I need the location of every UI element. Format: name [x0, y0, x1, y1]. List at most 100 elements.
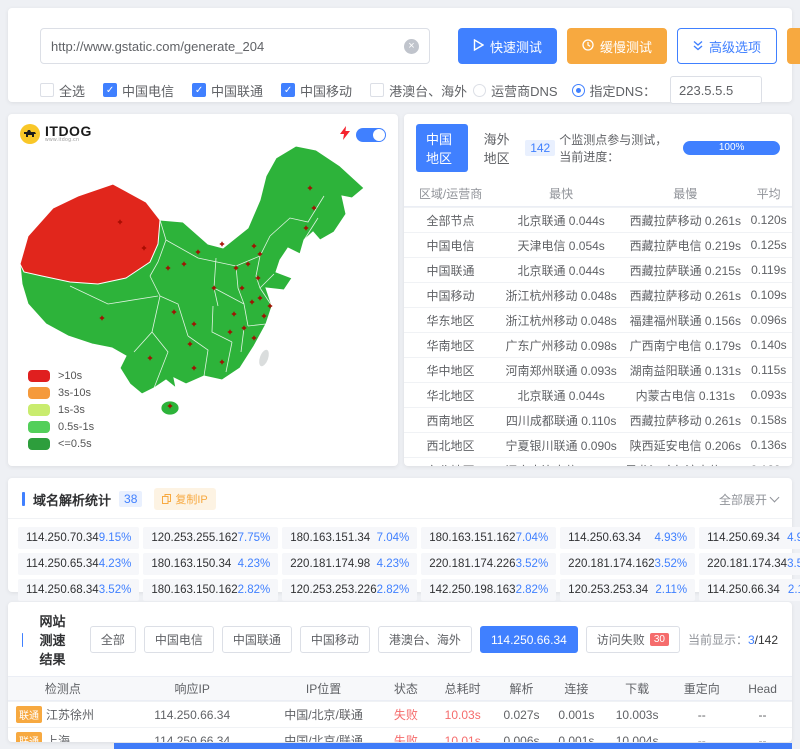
dns-entry[interactable]: 114.250.63.344.93%: [560, 527, 695, 549]
clock-icon: [582, 39, 594, 54]
tab-active-ip[interactable]: 114.250.66.34: [480, 626, 578, 653]
dns-entry[interactable]: 180.163.150.344.23%: [143, 553, 278, 575]
checkbox-中国移动[interactable]: ✓ 中国移动: [281, 81, 352, 100]
dns-entry[interactable]: 114.250.65.344.23%: [18, 553, 139, 575]
region-name: 华中地区: [404, 362, 497, 379]
dns-entry[interactable]: 120.253.255.1627.75%: [143, 527, 278, 549]
copy-ip-button[interactable]: 复制IP: [154, 488, 215, 510]
dns-entry[interactable]: 114.250.69.344.93%: [699, 527, 800, 549]
button-缓慢测试[interactable]: 缓慢测试: [567, 28, 667, 64]
dns-entry[interactable]: 220.181.174.984.23%: [282, 553, 417, 575]
region-row[interactable]: 华南地区广东广州移动 0.098s广西南宁电信 0.179s0.140s: [404, 332, 792, 357]
column-header: IP位置: [267, 680, 381, 697]
dns-ip: 180.163.150.34: [151, 558, 231, 570]
dns-percentage: 3.52%: [787, 558, 800, 570]
tab-海外地区[interactable]: 海外地区: [474, 124, 526, 172]
button-高级选项[interactable]: 高级选项: [677, 28, 777, 64]
section-accent-bar: [22, 492, 25, 506]
tab-港澳台、海外[interactable]: 港澳台、海外: [378, 626, 472, 653]
close-icon[interactable]: ×: [404, 39, 419, 54]
dns-entry[interactable]: 114.250.66.342.11%: [699, 579, 800, 601]
speed-row[interactable]: 联通上海114.250.66.34中国/北京/联通失败10.01s0.006s0…: [8, 727, 792, 742]
url-input-box: ×: [40, 28, 430, 64]
dns-ip: 120.253.255.162: [151, 532, 237, 544]
region-row[interactable]: 华中地区河南郑州联通 0.093s湖南益阳联通 0.131s0.115s: [404, 357, 792, 382]
chevron-down-icon: [770, 493, 780, 503]
dns-input[interactable]: [670, 76, 762, 104]
dns-entry[interactable]: 142.250.198.1632.82%: [421, 579, 556, 601]
region-row[interactable]: 东北地区辽宁大连电信 0.092s黑龙江哈尔滨电信 0.179s0.129s: [404, 457, 792, 466]
checkbox-中国联通[interactable]: ✓中国联通: [192, 81, 263, 100]
tab-中国联通[interactable]: 中国联通: [222, 626, 292, 653]
dns-entry[interactable]: 220.181.174.2263.52%: [421, 553, 556, 575]
monitor-count-badge: 142: [525, 140, 555, 156]
checkbox-icon: [40, 83, 54, 97]
expand-all-button[interactable]: 全部展开: [719, 491, 778, 508]
checkbox-港澳台、海外[interactable]: 港澳台、海外: [370, 81, 467, 100]
fastest-node: 河南郑州联通 0.093s: [497, 362, 625, 379]
map-toggle[interactable]: [356, 128, 386, 142]
region-row[interactable]: 华东地区浙江杭州移动 0.048s福建福州联通 0.156s0.096s: [404, 307, 792, 332]
map-legend: >10s3s-10s1s-3s0.5s-1s<=0.5s: [28, 365, 94, 450]
dns-percentage: 4.93%: [787, 532, 800, 544]
region-row[interactable]: 中国联通北京联通 0.044s西藏拉萨联通 0.215s0.119s: [404, 257, 792, 282]
tab-中国移动[interactable]: 中国移动: [300, 626, 370, 653]
column-header: 连接: [549, 680, 604, 697]
region-row[interactable]: 中国移动浙江杭州移动 0.048s西藏拉萨移动 0.261s0.109s: [404, 282, 792, 307]
dns-ip: 114.250.65.34: [26, 558, 99, 570]
checkbox-全选[interactable]: 全选: [40, 81, 85, 100]
dns-entry[interactable]: 180.163.151.1627.04%: [421, 527, 556, 549]
region-row[interactable]: 西北地区宁夏银川联通 0.090s陕西延安电信 0.206s0.136s: [404, 432, 792, 457]
region-name: 华东地区: [404, 312, 497, 329]
fail-count-badge: 30: [650, 633, 669, 646]
footer-banner: [114, 743, 792, 749]
dns-options: 运营商DNS 指定DNS：: [473, 76, 762, 104]
avg-time: 0.125s: [745, 238, 792, 252]
radio-运营商DNS[interactable]: 运营商DNS: [473, 81, 557, 100]
node-cell: 联通江苏徐州: [8, 706, 118, 723]
dns-entry[interactable]: 220.181.174.1623.52%: [560, 553, 695, 575]
column-header: 重定向: [670, 680, 733, 697]
dog-logo-icon: [20, 124, 40, 144]
dns-ip: 180.163.151.34: [290, 532, 370, 544]
avg-time: 0.136s: [745, 438, 792, 452]
region-row[interactable]: 西南地区四川成都联通 0.110s西藏拉萨移动 0.261s0.158s: [404, 407, 792, 432]
play-icon: [473, 39, 484, 54]
tab-全部[interactable]: 全部: [90, 626, 136, 653]
dns-percentage: 7.04%: [377, 532, 410, 544]
legend-item: 0.5s-1s: [28, 421, 94, 433]
url-input[interactable]: [51, 39, 404, 54]
dns-entry[interactable]: 114.250.68.343.52%: [18, 579, 139, 601]
checkbox-label: 中国移动: [300, 81, 352, 100]
region-name: 中国联通: [404, 262, 497, 279]
dns-entry[interactable]: 220.181.174.343.52%: [699, 553, 800, 575]
dns-entry[interactable]: 120.253.253.342.11%: [560, 579, 695, 601]
checkbox-checked-icon: ✓: [103, 83, 117, 97]
button-完整截图[interactable]: 完整截图: [787, 28, 800, 64]
region-row[interactable]: 华北地区北京联通 0.044s内蒙古电信 0.131s0.093s: [404, 382, 792, 407]
dns-ip-grid: 114.250.70.349.15%120.253.255.1627.75%18…: [8, 519, 792, 609]
region-row[interactable]: 全部节点北京联通 0.044s西藏拉萨移动 0.261s0.120s: [404, 207, 792, 232]
checkbox-中国电信[interactable]: ✓中国电信: [103, 81, 174, 100]
fastest-node: 北京联通 0.044s: [497, 212, 625, 229]
slowest-node: 湖南益阳联通 0.131s: [625, 362, 745, 379]
region-row[interactable]: 中国电信天津电信 0.054s西藏拉萨电信 0.219s0.125s: [404, 232, 792, 257]
dns-entry[interactable]: 114.250.70.349.15%: [18, 527, 139, 549]
checkbox-icon: [370, 83, 384, 97]
column-header: 总耗时: [431, 680, 494, 697]
tab-中国电信[interactable]: 中国电信: [144, 626, 214, 653]
dns-entry[interactable]: 180.163.150.1622.82%: [143, 579, 278, 601]
checkbox-checked-icon: ✓: [281, 83, 295, 97]
dns-entry[interactable]: 180.163.151.34 7.04%: [282, 527, 417, 549]
lightning-icon: [340, 126, 350, 143]
url-row: × 快速测试缓慢测试高级选项完整截图: [8, 8, 792, 64]
speed-row[interactable]: 联通江苏徐州114.250.66.34中国/北京/联通失败10.03s0.027…: [8, 701, 792, 727]
toggle-knob: [373, 129, 385, 141]
radio-指定DNS[interactable]: 指定DNS：: [572, 81, 656, 100]
tab-fail[interactable]: 访问失败30: [586, 626, 680, 653]
dns-entry[interactable]: 120.253.253.2262.82%: [282, 579, 417, 601]
progress-label: 个监测点参与测试，当前进度：: [559, 131, 675, 165]
button-快速测试[interactable]: 快速测试: [458, 28, 557, 64]
region-name: 全部节点: [404, 212, 497, 229]
tab-中国地区[interactable]: 中国地区: [416, 124, 468, 172]
